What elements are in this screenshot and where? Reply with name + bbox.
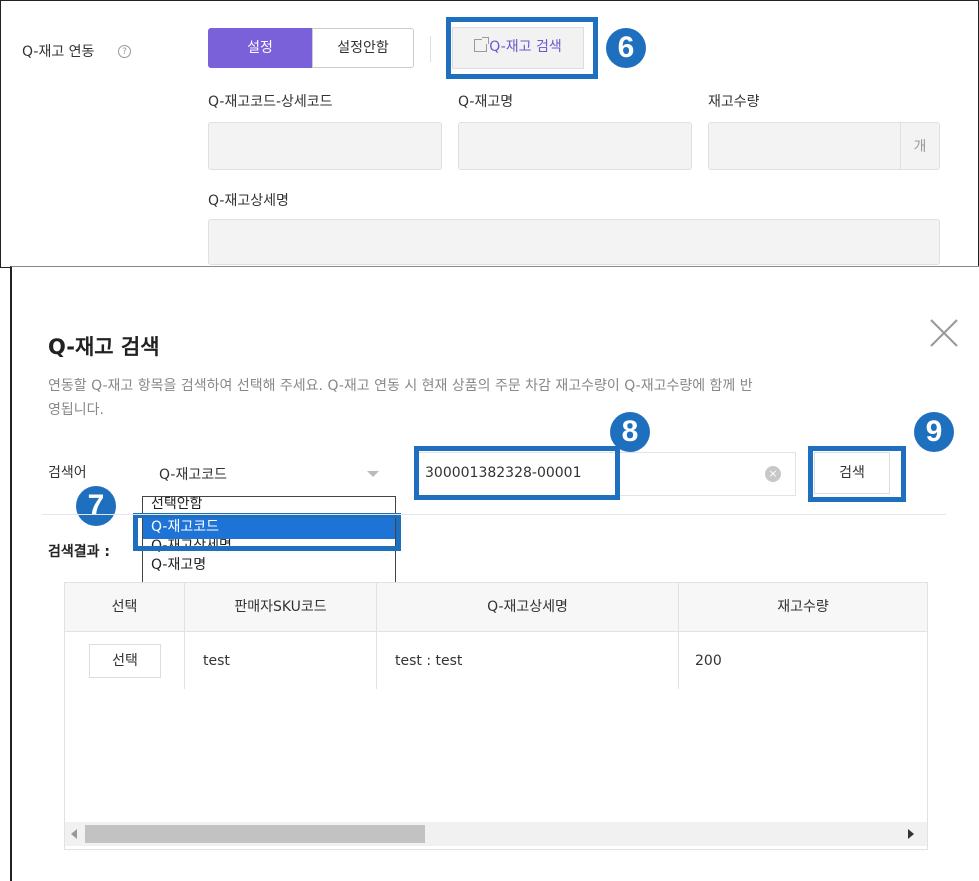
qstock-name-field [458,122,692,170]
row-detail-cell: test : test [377,631,679,689]
search-field-select-value: Q-재고코드 [159,467,227,483]
help-icon[interactable]: ? [118,45,131,58]
qstock-code-field [208,122,442,170]
callout-badge-7: 7 [76,486,116,526]
qstock-detail-field [208,219,940,265]
row-qty-cell: 200 [679,631,927,689]
row-select-button[interactable]: 선택 [89,644,161,678]
table-row: 선택 [65,631,185,689]
field-name-label: Q-재고명 [458,94,514,110]
qty-unit: 개 [913,139,927,155]
section-divider [42,514,946,515]
callout-box-6 [446,17,598,79]
table-header-qty: 재고수량 [679,583,927,631]
chevron-down-icon [367,471,379,477]
callout-badge-6: 6 [606,28,646,68]
table-header-sku: 판매자SKU코드 [185,583,377,631]
divider [430,36,431,62]
search-results-label: 검색결과 : [48,544,110,560]
dropdown-option-name[interactable]: Q-재고명 [143,555,395,575]
toggle-on-button[interactable]: 설정 [208,28,312,68]
table-header-select: 선택 [65,583,185,631]
modal-description: 연동할 Q-재고 항목을 검색하여 선택해 주세요. Q-재고 연동 시 현재 … [48,374,948,422]
callout-box-8 [414,446,620,500]
qstock-link-label: Q-재고 연동 [22,44,95,60]
clear-icon[interactable]: × [765,466,781,482]
table-header-detail: Q-재고상세명 [377,583,679,631]
scrollbar-thumb[interactable] [85,825,425,843]
field-code-label: Q-재고코드-상세코드 [208,94,333,110]
callout-box-7 [133,513,401,551]
modal-title: Q-재고 검색 [48,335,160,359]
modal-description-line1: 연동할 Q-재고 항목을 검색하여 선택해 주세요. Q-재고 연동 시 현재 … [48,378,753,394]
close-icon[interactable] [929,318,959,348]
field-detail-label: Q-재고상세명 [208,193,289,209]
scroll-left-icon[interactable] [71,829,77,839]
modal-description-line2: 영됩니다. [48,402,104,418]
search-keyword-label: 검색어 [48,465,87,481]
callout-box-9 [808,446,906,502]
callout-badge-8: 8 [610,412,650,452]
row-sku-cell: test [185,631,377,689]
toggle-off-button[interactable]: 설정안함 [312,28,414,68]
search-field-select[interactable]: Q-재고코드 [142,452,398,494]
field-qty-label: 재고수량 [708,94,760,110]
scroll-right-icon[interactable] [908,829,914,839]
callout-badge-9: 9 [914,412,954,452]
